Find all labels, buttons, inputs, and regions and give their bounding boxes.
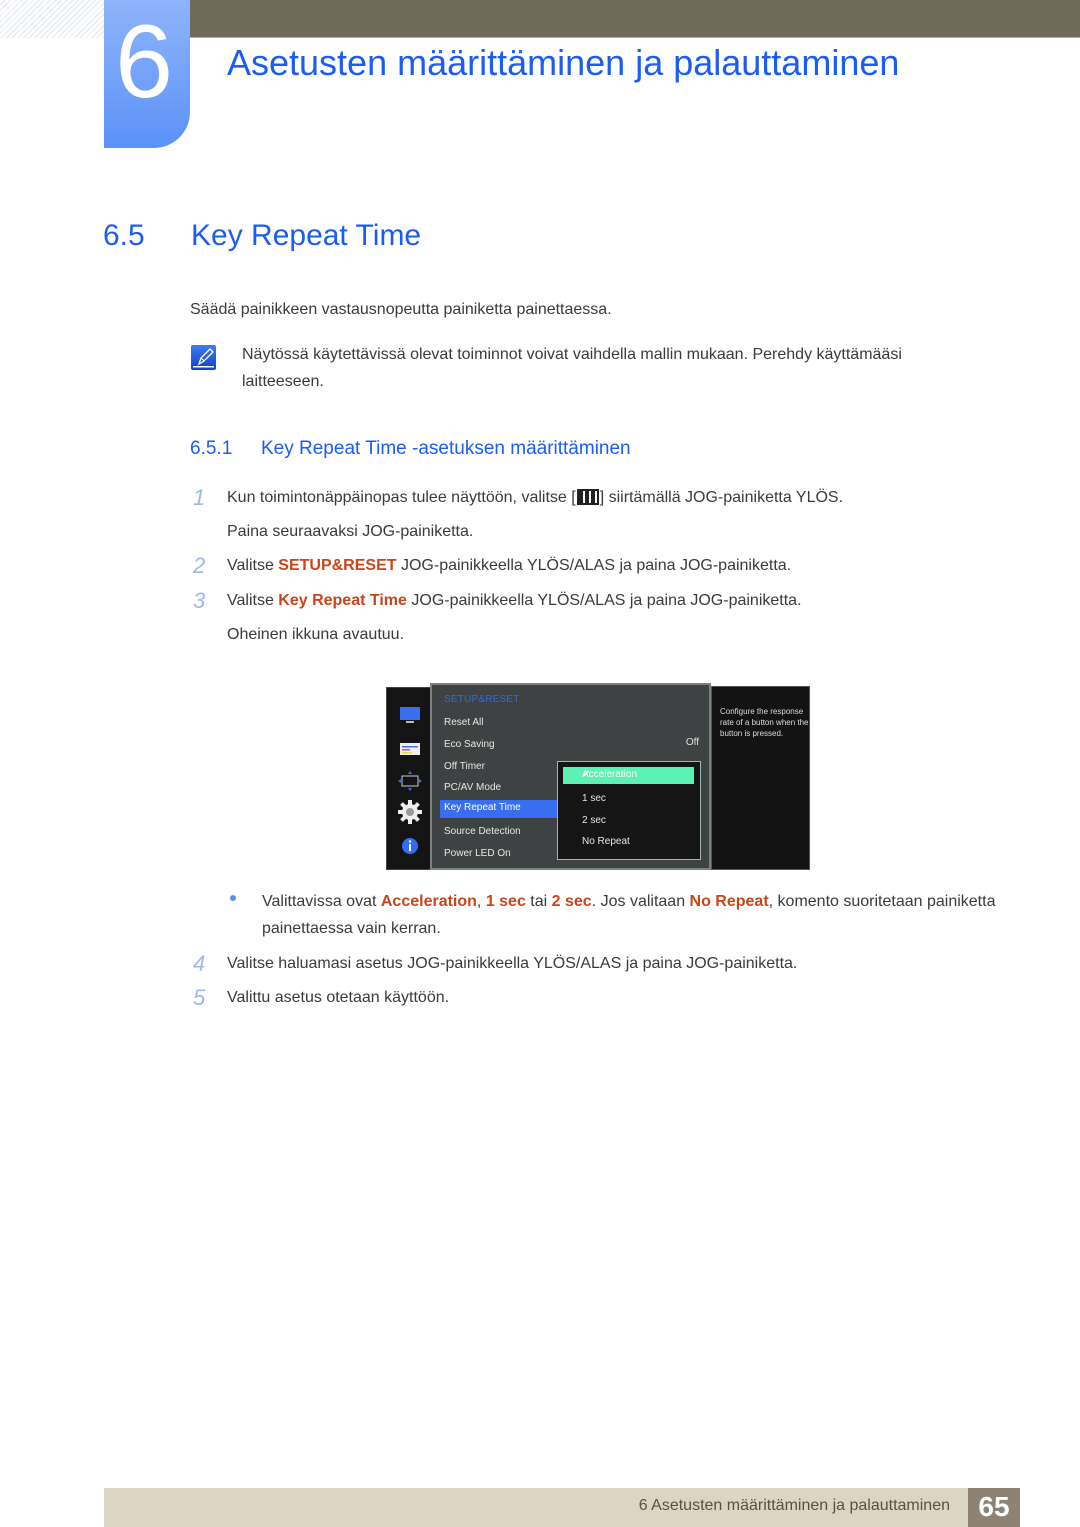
step-1-text: Kun toimintonäppäinopas tulee näyttöön, … — [227, 481, 1007, 549]
footer-chapter-title: 6 Asetusten määrittäminen ja palauttamin… — [638, 1497, 950, 1514]
picture-settings-icon — [400, 743, 420, 755]
step-number: 4 — [193, 951, 206, 976]
osd-item-pc-av-mode[interactable]: PC/AV Mode — [444, 781, 501, 795]
highlight-2-sec: 2 sec — [551, 893, 592, 910]
section-number: 6.5 — [103, 219, 145, 252]
section-heading: 6.5 Key Repeat Time — [103, 216, 421, 256]
osd-item-off-timer[interactable]: Off Timer — [444, 760, 485, 774]
highlight-no-repeat: No Repeat — [689, 893, 769, 910]
info-icon — [402, 838, 418, 854]
osd-menu-screenshot: SETUP&RESET Reset All Eco Saving Off Off… — [386, 683, 810, 870]
osd-submenu: ✔ Acceleration 1 sec 2 sec No Repeat — [557, 761, 701, 860]
subsection-title: Key Repeat Time -asetuksen määrittäminen — [261, 438, 631, 459]
submenu-option-2-sec[interactable]: 2 sec — [582, 815, 606, 826]
page-number: 65 — [978, 1491, 1010, 1522]
page-footer: 6 Asetusten määrittäminen ja palauttamin… — [104, 1488, 1020, 1527]
step-text-part: Kun toimintonäppäinopas tulee näyttöön, … — [227, 489, 576, 506]
step-number: 2 — [193, 553, 206, 578]
step-number: 1 — [193, 485, 206, 510]
step-number: 5 — [193, 985, 206, 1010]
osd-help-panel: Configure the response rate of a button … — [711, 686, 810, 870]
osd-item-eco-saving[interactable]: Eco Saving — [444, 738, 495, 752]
step-2-text: Valitse SETUP&RESET JOG-painikkeella YLÖ… — [227, 549, 1007, 583]
submenu-option-1-sec[interactable]: 1 sec — [582, 793, 606, 804]
step-5-text: Valittu asetus otetaan käyttöön. — [227, 989, 450, 1006]
subsection-heading: 6.5.1 Key Repeat Time -asetuksen määrittä… — [190, 436, 631, 462]
step-text-part: Valitse — [227, 557, 279, 574]
osd-item-source-detection[interactable]: Source Detection — [444, 825, 521, 839]
note-icon — [191, 345, 216, 370]
bullet-text: Valittavissa ovat Acceleration, 1 sec ta… — [262, 888, 1022, 942]
note-text: Näytössä käytettävissä olevat toiminnot … — [242, 346, 902, 390]
chapter-title: Asetusten määrittäminen ja palauttaminen — [227, 42, 900, 83]
osd-item-reset-all[interactable]: Reset All — [444, 716, 483, 730]
step-text-part: Valitse — [227, 592, 279, 609]
text-part: . Jos valitaan — [591, 893, 690, 910]
osd-help-text: Configure the response rate of a button … — [720, 707, 809, 738]
chapter-number: 6 — [115, 4, 173, 120]
text-part: Valittavissa ovat — [262, 893, 381, 910]
eco-saving-value: Off — [685, 737, 699, 748]
bullet-icon — [230, 895, 236, 901]
highlight-1-sec: 1 sec — [485, 893, 526, 910]
highlight-setup-reset: SETUP&RESET — [278, 557, 397, 574]
menu-icon — [576, 489, 599, 505]
submenu-option-label: Acceleration — [582, 769, 638, 780]
submenu-option-no-repeat[interactable]: No Repeat — [582, 836, 630, 847]
osd-sidebar — [386, 687, 432, 870]
osd-item-label: Key Repeat Time — [444, 802, 521, 813]
osd-item-power-led-on[interactable]: Power LED On — [444, 847, 511, 861]
chapter-badge: 6 — [104, 0, 190, 148]
header-bar — [190, 0, 1080, 38]
gear-icon — [398, 800, 422, 824]
step-text-part: ] siirtämällä JOG-painiketta YLÖS. — [599, 489, 844, 506]
step-text-part: Oheinen ikkuna avautuu. — [227, 626, 405, 643]
subsection-number: 6.5.1 — [190, 438, 233, 459]
highlight-acceleration: Acceleration — [380, 893, 477, 910]
page-number-box: 65 — [968, 1488, 1020, 1527]
step-4-text: Valitse haluamasi asetus JOG-painikkeell… — [227, 955, 798, 972]
highlight-key-repeat-time: Key Repeat Time — [278, 592, 407, 609]
monitor-icon — [400, 707, 420, 723]
submenu-option-acceleration[interactable]: ✔ Acceleration — [563, 767, 694, 784]
step-text-part: Paina seuraavaksi JOG-painiketta. — [227, 523, 474, 540]
text-part: tai — [525, 893, 552, 910]
osd-item-key-repeat-time[interactable]: Key Repeat Time — [440, 800, 558, 818]
step-text-part: JOG-painikkeella YLÖS/ALAS ja paina JOG-… — [396, 557, 792, 574]
step-text-part: JOG-painikkeella YLÖS/ALAS ja paina JOG-… — [406, 592, 802, 609]
text-part: , — [476, 893, 486, 910]
header-hatch-decoration — [0, 0, 104, 38]
position-icon — [398, 771, 422, 791]
step-number: 3 — [193, 588, 206, 613]
section-title: Key Repeat Time — [191, 219, 422, 252]
osd-title: SETUP&RESET — [444, 694, 520, 705]
section-intro: Säädä painikkeen vastausnopeutta painike… — [190, 301, 612, 318]
osd-main-panel: SETUP&RESET Reset All Eco Saving Off Off… — [430, 683, 711, 870]
step-3-text: Valitse Key Repeat Time JOG-painikkeella… — [227, 584, 1007, 652]
